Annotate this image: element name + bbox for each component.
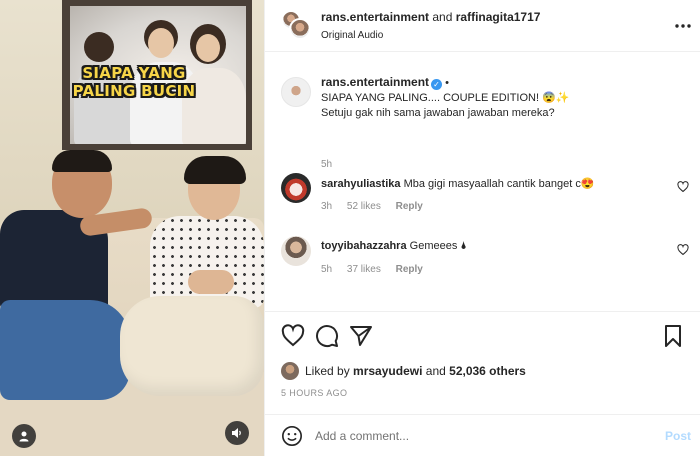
- comment-reply-button[interactable]: Reply: [396, 264, 423, 275]
- post-comment-button[interactable]: Post: [665, 429, 691, 443]
- tagged-users-button[interactable]: [12, 424, 36, 448]
- collab-usernames: rans.entertainment and raffinagita1717: [321, 10, 540, 24]
- more-options-button[interactable]: [675, 16, 691, 34]
- comment-reply-button[interactable]: Reply: [396, 201, 423, 212]
- more-horizontal-icon: [675, 24, 691, 28]
- speaker-icon: [232, 428, 241, 438]
- likes-joiner: and: [425, 364, 446, 378]
- avatar-secondary: [289, 18, 311, 40]
- person-right-hair: [184, 156, 246, 184]
- overlay-line-1: SIAPA YANG: [82, 64, 186, 82]
- reel-video[interactable]: SIAPA YANG PALING BUCIN: [0, 0, 264, 456]
- comment-avatar[interactable]: [281, 173, 311, 203]
- comment-body: toyyibahazzahra Gemeees 🌢: [321, 240, 467, 253]
- person-right-hands: [188, 270, 234, 294]
- comment-avatar[interactable]: [281, 236, 311, 266]
- caption-line-1: SIAPA YANG PALING.... COUPLE EDITION! 😨✨: [321, 92, 570, 104]
- liker-avatar[interactable]: [281, 362, 299, 380]
- post-side-panel: rans.entertainment and raffinagita1717 O…: [264, 0, 700, 456]
- comment-meta: 5h 37 likes Reply: [321, 264, 435, 275]
- header-joiner: and: [432, 10, 453, 24]
- comment-text: Gemeees 🌢: [409, 240, 468, 252]
- comment-time[interactable]: 5h: [321, 264, 332, 275]
- bookmark-icon[interactable]: [661, 324, 685, 348]
- comment-meta: 3h 52 likes Reply: [321, 201, 435, 212]
- header-username-primary[interactable]: rans.entertainment: [321, 10, 429, 24]
- comment-composer: Post: [265, 414, 700, 456]
- comment-text: Mba gigi masyaallah cantik banget c😍: [403, 178, 595, 190]
- person-left-hair: [52, 150, 112, 172]
- comments-list[interactable]: rans.entertainment ✓ • SIAPA YANG PALING.…: [265, 53, 700, 311]
- user-icon: [19, 431, 29, 442]
- paper-plane-icon[interactable]: [349, 324, 373, 348]
- comment-time[interactable]: 3h: [321, 201, 332, 212]
- comment-likes[interactable]: 52 likes: [347, 201, 381, 212]
- likes-text[interactable]: Liked by mrsayudewi and 52,036 others: [305, 364, 526, 378]
- comment-bubble-icon[interactable]: [315, 324, 339, 348]
- heart-icon[interactable]: [281, 324, 305, 348]
- likes-others[interactable]: 52,036 others: [449, 364, 526, 378]
- comment-username[interactable]: sarahyuliastika: [321, 178, 401, 190]
- caption-username[interactable]: rans.entertainment: [321, 75, 429, 89]
- pillow: [120, 296, 264, 396]
- verified-badge-icon: ✓: [431, 79, 443, 90]
- comment-item: sarahyuliastika Mba gigi masyaallah cant…: [281, 173, 689, 223]
- comment-like-heart-icon[interactable]: [677, 244, 689, 256]
- post-timestamp[interactable]: 5 HOURS AGO: [281, 388, 347, 398]
- mute-toggle-button[interactable]: [225, 421, 249, 445]
- likes-prefix: Liked by: [305, 364, 350, 378]
- caption-dot: •: [445, 77, 449, 89]
- collab-avatars[interactable]: [281, 10, 311, 40]
- post-header: rans.entertainment and raffinagita1717 O…: [265, 0, 700, 52]
- person-left-legs: [0, 300, 130, 400]
- comment-username[interactable]: toyyibahazzahra: [321, 240, 407, 252]
- caption-avatar[interactable]: [281, 77, 311, 107]
- caption-timestamp[interactable]: 5h: [321, 159, 332, 170]
- caption-line-2: Setuju gak nih sama jawaban jawaban mere…: [321, 107, 555, 119]
- comment-like-heart-icon[interactable]: [677, 181, 689, 193]
- audio-label[interactable]: Original Audio: [321, 30, 383, 41]
- comment-body: sarahyuliastika Mba gigi masyaallah cant…: [321, 177, 595, 190]
- comment-likes[interactable]: 37 likes: [347, 264, 381, 275]
- emoji-icon[interactable]: [281, 425, 303, 447]
- video-overlay-title: SIAPA YANG PALING BUCIN: [64, 64, 204, 100]
- instagram-post-modal: SIAPA YANG PALING BUCIN rans.entertainme…: [0, 0, 700, 456]
- person-right-body: [150, 216, 264, 308]
- header-username-secondary[interactable]: raffinagita1717: [456, 10, 541, 24]
- caption-text: rans.entertainment ✓ • SIAPA YANG PALING.…: [321, 75, 681, 121]
- comment-input[interactable]: [315, 423, 645, 449]
- post-actions: Liked by mrsayudewi and 52,036 others 5 …: [265, 311, 700, 411]
- overlay-line-2: PALING BUCIN: [72, 82, 196, 100]
- comment-item: toyyibahazzahra Gemeees 🌢 5h 37 likes Re…: [281, 236, 689, 286]
- likes-user[interactable]: mrsayudewi: [353, 364, 422, 378]
